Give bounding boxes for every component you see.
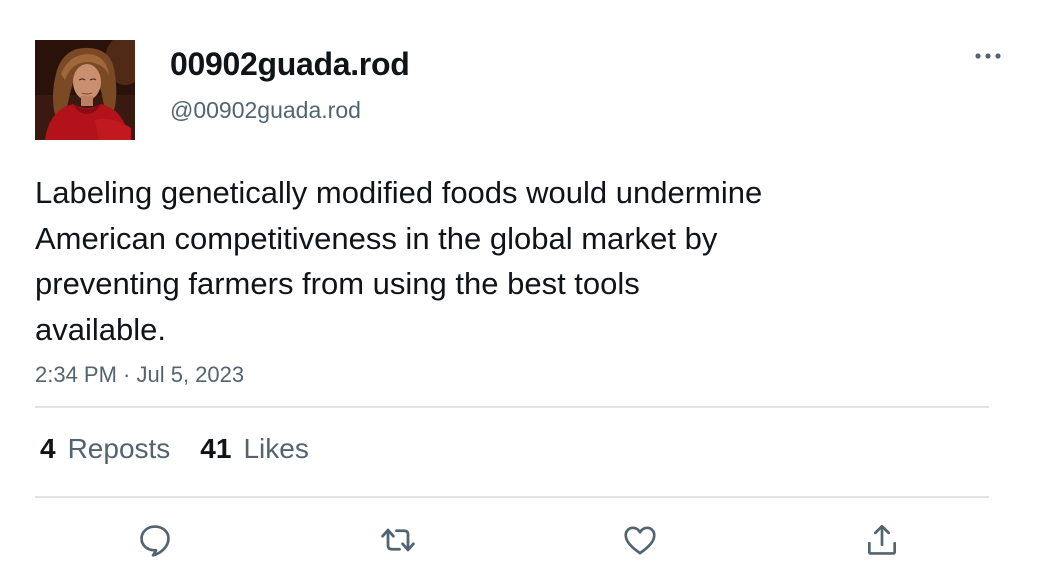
tweet-text-line: Labeling genetically modified foods woul…	[35, 175, 763, 210]
divider	[35, 496, 989, 498]
divider	[35, 406, 989, 408]
engagement-stats: 4 Reposts 41 Likes	[40, 432, 309, 466]
repost-button[interactable]	[374, 516, 422, 564]
like-button[interactable]	[616, 516, 664, 564]
display-name[interactable]: 00902guada.rod	[170, 44, 410, 84]
like-icon	[624, 526, 656, 555]
likes-count: 41	[200, 433, 232, 464]
tweet-text-line: preventing farmers from using the best t…	[35, 266, 640, 301]
likes-label: Likes	[243, 433, 309, 464]
reposts-count: 4	[40, 433, 56, 464]
reposts-stat[interactable]: 4 Reposts	[40, 432, 170, 466]
repost-icon	[381, 528, 415, 552]
tweet-text: Labeling genetically modified foods woul…	[35, 170, 935, 352]
avatar-photo	[35, 40, 135, 140]
reposts-label: Reposts	[67, 433, 171, 464]
user-handle[interactable]: @00902guada.rod	[170, 96, 361, 124]
share-icon	[867, 524, 897, 555]
more-icon	[975, 53, 1001, 59]
share-button[interactable]	[858, 516, 906, 564]
reply-button[interactable]	[131, 516, 179, 564]
timestamp[interactable]: 2:34 PM · Jul 5, 2023	[35, 361, 244, 389]
tweet-text-line: American competitiveness in the global m…	[35, 220, 718, 256]
more-button[interactable]	[966, 42, 1010, 70]
likes-stat[interactable]: 41 Likes	[200, 432, 309, 466]
avatar[interactable]	[35, 40, 135, 140]
tweet-text-line: available.	[35, 311, 166, 347]
reply-icon	[140, 525, 170, 557]
